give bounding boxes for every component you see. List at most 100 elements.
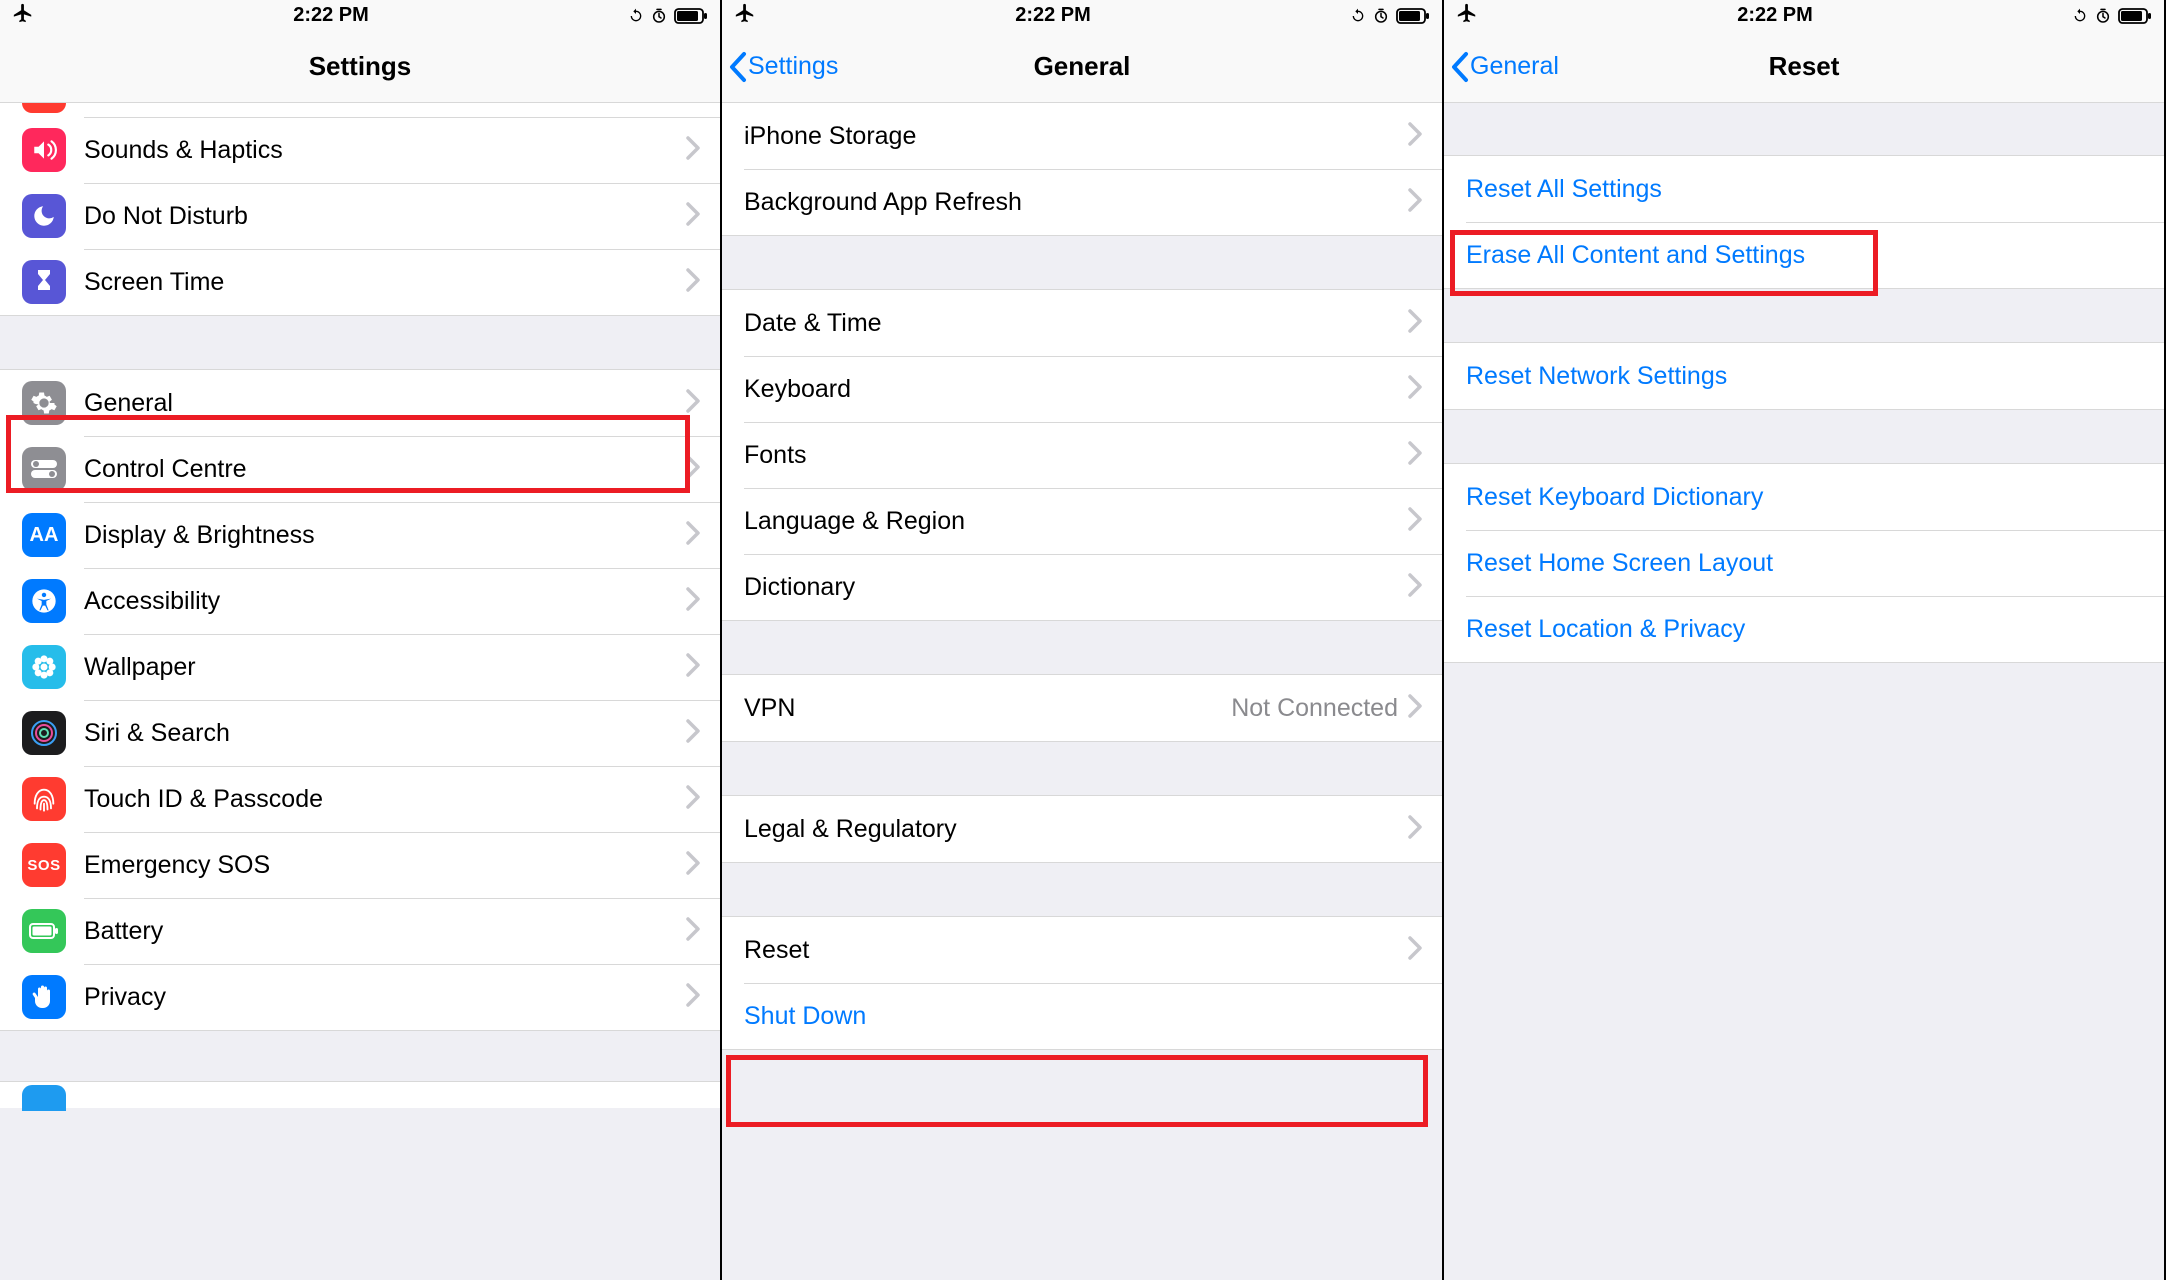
nav-bar: Settings: [0, 31, 720, 103]
list-item-reset-network[interactable]: Reset Network Settings: [1444, 343, 2164, 409]
chevron-right-icon: [686, 983, 700, 1012]
sos-icon: SOS: [22, 843, 66, 887]
row-label: Reset Home Screen Layout: [1466, 549, 2164, 578]
row-label: Language & Region: [744, 507, 1408, 536]
list-item-reset[interactable]: Reset: [722, 917, 1442, 983]
status-time: 2:22 PM: [1737, 4, 1813, 27]
row-label: Legal & Regulatory: [744, 815, 1408, 844]
row-label: Dictionary: [744, 573, 1408, 602]
row-label: Control Centre: [84, 455, 686, 484]
general-pane: 2:22 PM Settings General iPhone Storage …: [722, 0, 1444, 1280]
reset-list[interactable]: Reset All Settings Erase All Content and…: [1444, 103, 2164, 1280]
list-item-dictionary[interactable]: Dictionary: [722, 554, 1442, 620]
status-right-icons: [2072, 8, 2152, 24]
row-label: Accessibility: [84, 587, 686, 616]
chevron-right-icon: [1408, 694, 1422, 723]
row-label: General: [84, 389, 686, 418]
moon-icon: [22, 194, 66, 238]
chevron-right-icon: [1408, 122, 1422, 151]
airplane-mode-icon: [1456, 2, 1478, 30]
accessibility-icon: [22, 579, 66, 623]
list-item-language[interactable]: Language & Region: [722, 488, 1442, 554]
list-item[interactable]: [0, 1082, 720, 1108]
row-label: Reset All Settings: [1466, 175, 2164, 204]
airplane-mode-icon: [12, 2, 34, 30]
row-label: Wallpaper: [84, 653, 686, 682]
row-label: Reset Keyboard Dictionary: [1466, 483, 2164, 512]
list-item-privacy[interactable]: Privacy: [0, 964, 720, 1030]
list-item-screentime[interactable]: Screen Time: [0, 249, 720, 315]
row-label: Siri & Search: [84, 719, 686, 748]
row-label: Reset Network Settings: [1466, 362, 2164, 391]
chevron-right-icon: [686, 202, 700, 231]
siri-icon: [22, 711, 66, 755]
chevron-right-icon: [686, 587, 700, 616]
switches-icon: [22, 447, 66, 491]
status-time: 2:22 PM: [293, 4, 369, 27]
list-item-general[interactable]: General: [0, 370, 720, 436]
list-item-sounds[interactable]: Sounds & Haptics: [0, 117, 720, 183]
status-right-icons: [628, 8, 708, 24]
list-item-control-centre[interactable]: Control Centre: [0, 436, 720, 502]
chevron-right-icon: [686, 455, 700, 484]
list-item-fonts[interactable]: Fonts: [722, 422, 1442, 488]
airplane-mode-icon: [734, 2, 756, 30]
row-label: iPhone Storage: [744, 122, 1408, 151]
list-item-keyboard[interactable]: Keyboard: [722, 356, 1442, 422]
list-item-wallpaper[interactable]: Wallpaper: [0, 634, 720, 700]
list-item-background-refresh[interactable]: Background App Refresh: [722, 169, 1442, 235]
row-label: Erase All Content and Settings: [1466, 241, 2164, 270]
list-item-shut-down[interactable]: Shut Down: [722, 983, 1442, 1049]
row-value: Not Connected: [1231, 694, 1398, 723]
list-item-touchid[interactable]: Touch ID & Passcode: [0, 766, 720, 832]
chevron-right-icon: [686, 653, 700, 682]
list-item-sos[interactable]: SOS Emergency SOS: [0, 832, 720, 898]
chevron-right-icon: [686, 851, 700, 880]
list-item-date-time[interactable]: Date & Time: [722, 290, 1442, 356]
chevron-right-icon: [1408, 573, 1422, 602]
chevron-right-icon: [686, 785, 700, 814]
row-label: Fonts: [744, 441, 1408, 470]
back-button[interactable]: General: [1444, 51, 1559, 83]
status-bar: 2:22 PM: [0, 0, 720, 31]
chevron-right-icon: [1408, 309, 1422, 338]
settings-list[interactable]: Sounds & Haptics Do Not Disturb Screen T…: [0, 103, 720, 1280]
reset-pane: 2:22 PM General Reset Reset All Settings…: [1444, 0, 2166, 1280]
list-item-iphone-storage[interactable]: iPhone Storage: [722, 103, 1442, 169]
list-item-battery[interactable]: Battery: [0, 898, 720, 964]
page-title: Settings: [0, 51, 720, 82]
status-bar: 2:22 PM: [722, 0, 1442, 31]
list-item-display[interactable]: AA Display & Brightness: [0, 502, 720, 568]
chevron-right-icon: [686, 389, 700, 418]
back-button[interactable]: Settings: [722, 51, 838, 83]
list-item-vpn[interactable]: VPN Not Connected: [722, 675, 1442, 741]
chevron-right-icon: [686, 268, 700, 297]
chevron-right-icon: [686, 719, 700, 748]
chevron-right-icon: [1408, 507, 1422, 536]
list-item[interactable]: [0, 103, 720, 117]
list-item-reset-keyboard-dict[interactable]: Reset Keyboard Dictionary: [1444, 464, 2164, 530]
row-label: Reset Location & Privacy: [1466, 615, 2164, 644]
row-label: Battery: [84, 917, 686, 946]
chevron-right-icon: [1408, 188, 1422, 217]
list-item-legal[interactable]: Legal & Regulatory: [722, 796, 1442, 862]
row-label: VPN: [744, 694, 1231, 723]
general-list[interactable]: iPhone Storage Background App Refresh Da…: [722, 103, 1442, 1280]
fingerprint-icon: [22, 777, 66, 821]
list-item-accessibility[interactable]: Accessibility: [0, 568, 720, 634]
list-item-reset-home-screen[interactable]: Reset Home Screen Layout: [1444, 530, 2164, 596]
list-item-erase-all[interactable]: Erase All Content and Settings: [1444, 222, 2164, 288]
speaker-icon: [22, 128, 66, 172]
list-item-siri[interactable]: Siri & Search: [0, 700, 720, 766]
hand-icon: [22, 975, 66, 1019]
row-label: Privacy: [84, 983, 686, 1012]
row-label: Screen Time: [84, 268, 686, 297]
list-item-reset-all[interactable]: Reset All Settings: [1444, 156, 2164, 222]
gear-icon: [22, 381, 66, 425]
status-right-icons: [1350, 8, 1430, 24]
chevron-right-icon: [1408, 375, 1422, 404]
list-item-dnd[interactable]: Do Not Disturb: [0, 183, 720, 249]
text-size-icon: AA: [22, 513, 66, 557]
row-label: Background App Refresh: [744, 188, 1408, 217]
list-item-reset-location[interactable]: Reset Location & Privacy: [1444, 596, 2164, 662]
